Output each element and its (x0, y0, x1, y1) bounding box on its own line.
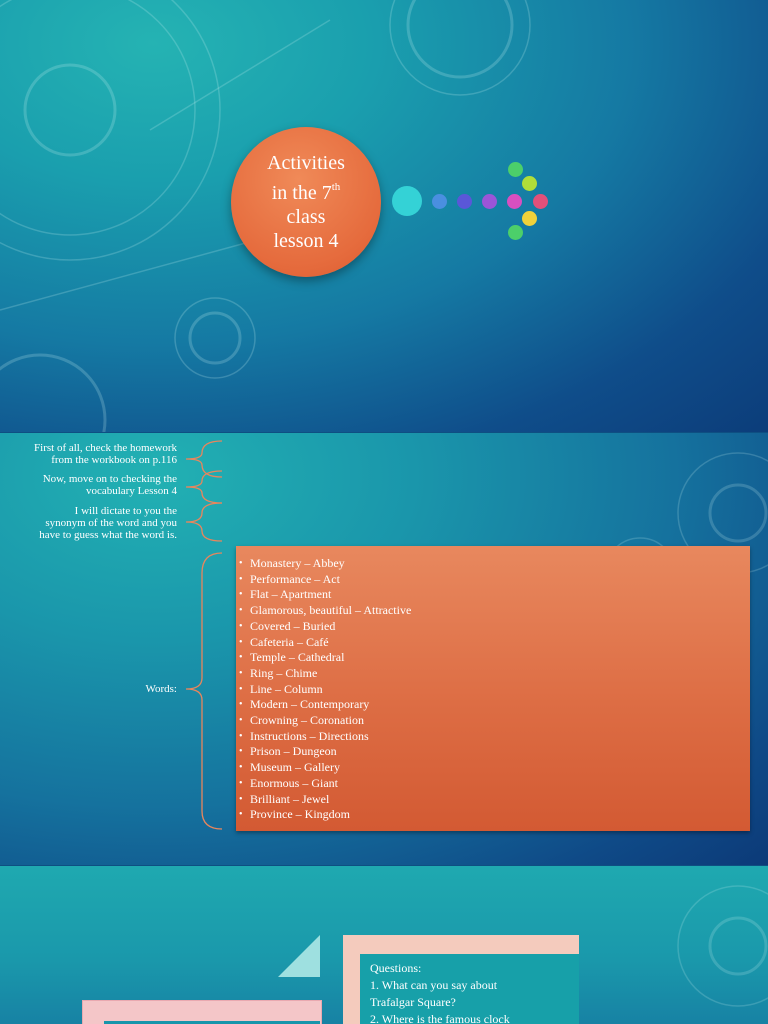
decorative-dot (522, 211, 537, 226)
word-pair: Cafeteria – Café (239, 635, 750, 651)
decorative-triangle (278, 935, 320, 977)
title-line: class (286, 206, 326, 228)
decorative-dot (482, 194, 497, 209)
decorative-dot (533, 194, 548, 209)
word-pair: Brilliant – Jewel (239, 792, 750, 808)
instruction-dictation: I will dictate to you the synonym of the… (39, 505, 177, 541)
word-pair: Covered – Buried (239, 619, 750, 635)
decorative-dot (508, 225, 523, 240)
decorative-dot (457, 194, 472, 209)
word-pair: Line – Column (239, 682, 750, 698)
questions-text: Questions: 1. What can you say about Traf… (370, 962, 560, 1024)
decorative-dot (392, 186, 422, 216)
question-line: 1. What can you say about (370, 978, 498, 992)
decorative-dot (507, 194, 522, 209)
title-line: Activities (267, 152, 345, 174)
questions-title: Questions: (370, 961, 422, 975)
word-pair: Performance – Act (239, 572, 750, 588)
word-pair: Museum – Gallery (239, 760, 750, 776)
background-decoration (0, 0, 531, 432)
decorative-dot (522, 176, 537, 191)
decorative-dot (432, 194, 447, 209)
decorative-dot (508, 162, 523, 177)
instruction-vocabulary: Now, move on to checking the vocabulary … (42, 473, 177, 497)
questions-slide: Questions: 1. What can you say about Traf… (0, 866, 768, 1024)
word-pair: Enormous – Giant (239, 776, 750, 792)
instruction-homework: First of all, check the homework from th… (34, 442, 177, 466)
word-pair: Monastery – Abbey (239, 556, 750, 572)
title-line: lesson 4 (273, 230, 339, 252)
word-pair: Crowning – Coronation (239, 713, 750, 729)
word-pair: Flat – Apartment (239, 587, 750, 603)
title-circle: Activities in the 7th class lesson 4 (231, 127, 381, 277)
vocabulary-slide: First of all, check the homework from th… (0, 433, 768, 865)
title-text: Activities in the 7th class lesson 4 (267, 151, 345, 253)
title-line: in the 7th (271, 181, 341, 204)
word-pair: Temple – Cathedral (239, 650, 750, 666)
word-pair: Instructions – Directions (239, 729, 750, 745)
title-slide: Activities in the 7th class lesson 4 (0, 0, 768, 432)
question-line: Trafalgar Square? (370, 995, 456, 1009)
word-pair: Province – Kingdom (239, 807, 750, 823)
question-line: 2. Where is the famous clock (370, 1012, 510, 1024)
words-list: Monastery – AbbeyPerformance – ActFlat –… (236, 546, 750, 823)
word-pair: Prison – Dungeon (239, 744, 750, 760)
words-label: Words: (145, 683, 177, 695)
word-pair: Glamorous, beautiful – Attractive (239, 603, 750, 619)
word-pair: Modern – Contemporary (239, 697, 750, 713)
word-pair: Ring – Chime (239, 666, 750, 682)
words-list-box: Monastery – AbbeyPerformance – ActFlat –… (236, 546, 750, 831)
